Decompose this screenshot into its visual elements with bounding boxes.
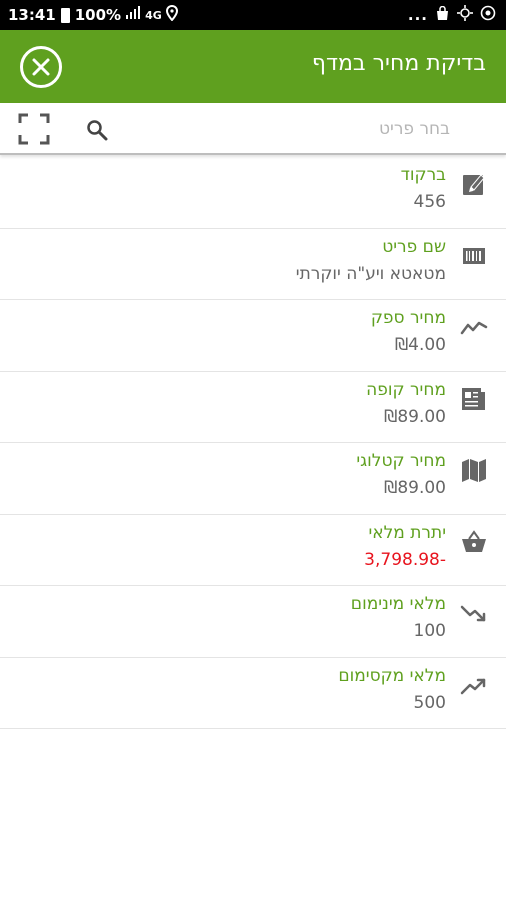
battery-icon xyxy=(60,7,70,23)
list-item-catalog-price: מחיר קטלוגי ₪89.00 xyxy=(0,443,506,515)
app-bar: בדיקת מחיר במדף xyxy=(0,30,506,103)
list-item-maximum-stock: מלאי מקסימום 500 xyxy=(0,658,506,729)
list-item-stock-balance: יתרת מלאי -3,798.98 xyxy=(0,515,506,586)
item-value: מטאטא ויע"ה יוקרתי xyxy=(295,263,446,284)
receipt-icon xyxy=(460,385,488,413)
status-network: 4G xyxy=(145,8,162,22)
item-value: ₪4.00 xyxy=(394,335,446,355)
target-icon xyxy=(480,5,496,25)
map-icon xyxy=(460,456,488,484)
status-right: ... xyxy=(408,5,496,25)
status-time: 13:41 xyxy=(8,6,56,24)
item-value: 100 xyxy=(413,621,446,641)
edit-icon xyxy=(460,170,488,198)
page-title: בדיקת מחיר במדף xyxy=(311,51,486,76)
details-list: ברקוד 456 שם פריט מטאטא ויע"ה יוקרתי מחי… xyxy=(0,157,506,729)
status-left: 13:41 100% 4G xyxy=(8,4,178,25)
basket-icon xyxy=(460,528,488,556)
list-item-minimum-stock: מלאי מינימום 100 xyxy=(0,586,506,658)
location-icon xyxy=(165,4,178,25)
item-label: מחיר קופה xyxy=(366,379,446,400)
scan-frame-icon xyxy=(18,113,50,145)
item-label: מחיר ספק xyxy=(370,308,446,328)
list-item-barcode: ברקוד 456 xyxy=(0,157,506,229)
sync-icon xyxy=(457,5,473,25)
barcode-icon xyxy=(460,242,488,270)
list-item-register-price: מחיר קופה ₪89.00 xyxy=(0,372,506,443)
list-item-supplier-price: מחיר ספק ₪4.00 xyxy=(0,300,506,372)
item-label: מלאי מקסימום xyxy=(338,665,446,686)
status-bar: 13:41 100% 4G ... xyxy=(0,0,506,30)
close-icon xyxy=(32,58,50,76)
item-label: ברקוד xyxy=(400,165,446,185)
trending-up-icon xyxy=(460,671,488,699)
close-button[interactable] xyxy=(20,46,62,88)
search-input[interactable] xyxy=(130,112,450,146)
status-dots: ... xyxy=(407,6,428,24)
status-battery: 100% xyxy=(74,6,122,24)
scan-button[interactable] xyxy=(18,113,50,145)
item-label: שם פריט xyxy=(382,236,446,257)
signal-icon xyxy=(125,6,141,24)
item-label: יתרת מלאי xyxy=(368,522,446,543)
search-icon[interactable] xyxy=(85,118,109,142)
item-value: ₪89.00 xyxy=(384,406,446,427)
shopping-bag-icon xyxy=(435,5,450,25)
item-value: 456 xyxy=(413,192,446,212)
item-label: מלאי מינימום xyxy=(350,594,446,614)
item-label: מחיר קטלוגי xyxy=(356,451,446,471)
search-bar xyxy=(0,103,506,155)
trending-line-icon xyxy=(460,313,488,341)
item-value: -3,798.98 xyxy=(364,549,446,570)
list-item-item-name: שם פריט מטאטא ויע"ה יוקרתי xyxy=(0,229,506,300)
item-value: 500 xyxy=(413,692,446,713)
item-value: ₪89.00 xyxy=(384,478,446,498)
trending-down-icon xyxy=(460,599,488,627)
